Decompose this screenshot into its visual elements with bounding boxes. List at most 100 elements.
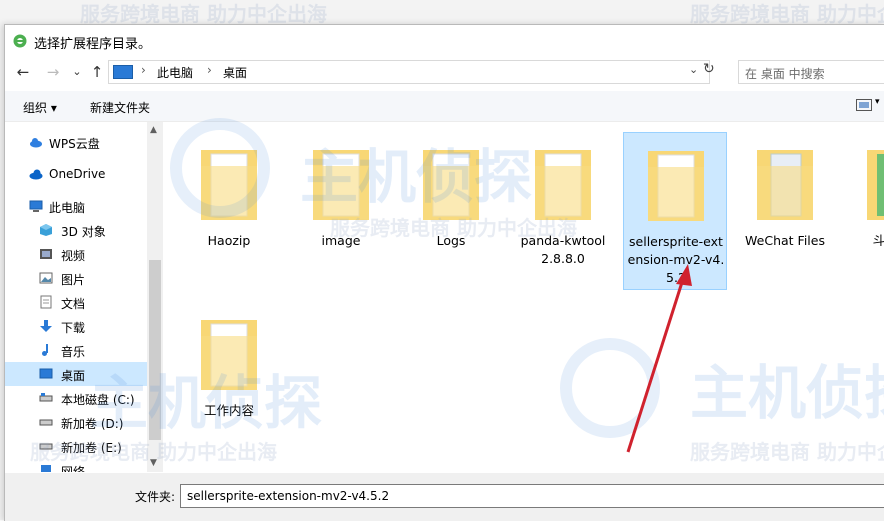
- folder-field-label: 文件夹:: [135, 490, 176, 504]
- dialog-title: 选择扩展程序目录。: [34, 37, 152, 52]
- sidebar-item-drive-d[interactable]: 新加卷 (D:): [5, 410, 147, 434]
- folder-name: WeChat Files: [745, 233, 825, 248]
- sidebar-item-drive-c[interactable]: 本地磁盘 (C:): [5, 386, 147, 410]
- folder-item[interactable]: Logs: [399, 132, 503, 290]
- folder-icon: [535, 150, 591, 220]
- sidebar-item-label: 新加卷 (D:): [61, 417, 124, 431]
- video-icon: [40, 249, 52, 259]
- folder-name: image: [321, 233, 361, 248]
- computer-icon: [29, 200, 43, 212]
- sidebar-item-label: OneDrive: [49, 167, 106, 181]
- breadcrumb-separator[interactable]: ›: [207, 63, 212, 77]
- sidebar-item-label: 音乐: [61, 345, 86, 359]
- folder-name: Logs: [436, 233, 466, 248]
- breadcrumb-separator[interactable]: ›: [141, 63, 146, 77]
- folder-name: 斗牛S 2: [872, 233, 884, 248]
- search-input[interactable]: 在 桌面 中搜索: [738, 60, 884, 84]
- sidebar-item-label: 网络: [61, 465, 86, 472]
- folder-item[interactable]: panda-kwtool 2.8.8.0: [511, 132, 615, 290]
- view-dropdown-chevron-icon[interactable]: ▾: [875, 97, 880, 107]
- up-arrow-icon[interactable]: ↑: [87, 62, 107, 82]
- sidebar-item-label: 新加卷 (E:): [61, 441, 122, 455]
- folder-name: 工作内容: [203, 403, 254, 418]
- search-placeholder: 在 桌面 中搜索: [745, 67, 825, 81]
- recent-locations-chevron-icon[interactable]: ⌄: [67, 62, 87, 82]
- scrollbar-thumb[interactable]: [149, 260, 161, 440]
- new-folder-button[interactable]: 新建文件夹: [90, 99, 150, 116]
- drive-icon: [39, 419, 53, 426]
- browser-logo-icon: [13, 34, 27, 48]
- sidebar-item-3d-objects[interactable]: 3D 对象: [5, 218, 147, 242]
- folder-icon: [201, 320, 257, 390]
- drive-icon: [39, 393, 53, 402]
- folder-item[interactable]: WeChat Files: [733, 132, 837, 290]
- breadcrumb-desktop[interactable]: 桌面: [223, 64, 247, 81]
- dialog-footer: 文件夹: sellersprite-extension-mv2-v4.5.2: [5, 473, 884, 521]
- folder-name: panda-kwtool 2.8.8.0: [520, 233, 606, 266]
- folder-icon: [757, 150, 813, 220]
- onedrive-cloud-icon: [29, 169, 43, 180]
- sidebar-item-label: 下载: [61, 321, 86, 335]
- sidebar-item-label: 图片: [61, 273, 86, 287]
- view-options-icon[interactable]: [856, 99, 872, 111]
- sidebar-item-label: 3D 对象: [61, 225, 106, 239]
- scroll-down-arrow-icon[interactable]: ▼: [150, 458, 157, 468]
- sidebar-item-drive-e[interactable]: 新加卷 (E:): [5, 434, 147, 458]
- 3d-objects-icon: [40, 224, 52, 236]
- computer-icon: [113, 65, 133, 79]
- folder-picker-dialog: 选择扩展程序目录。 ← → ⌄ ↑ › 此电脑 › 桌面 ⌄ ↻ 在 桌面 中搜…: [4, 24, 884, 521]
- sidebar-item-music[interactable]: 音乐: [5, 338, 147, 362]
- sidebar-item-label: 本地磁盘 (C:): [61, 393, 135, 407]
- navigation-pane-scrollbar[interactable]: ▲ ▼: [147, 122, 163, 472]
- sidebar-item-onedrive[interactable]: OneDrive: [5, 162, 147, 186]
- organize-button[interactable]: 组织 ▾: [23, 99, 57, 116]
- folder-icon: [648, 151, 704, 221]
- folder-name: Haozip: [207, 233, 251, 248]
- cloud-icon: [30, 138, 42, 148]
- sidebar-item-label: 文档: [61, 297, 86, 311]
- desktop-icon: [39, 368, 53, 379]
- sidebar-item-wps-cloud[interactable]: WPS云盘: [5, 130, 147, 154]
- address-dropdown-chevron-icon[interactable]: ⌄: [689, 63, 698, 76]
- refresh-icon[interactable]: ↻: [703, 61, 715, 77]
- back-arrow-icon[interactable]: ←: [13, 62, 33, 82]
- folder-item[interactable]: Haozip: [177, 132, 281, 290]
- drive-icon: [39, 443, 53, 450]
- navigation-pane: WPS云盘 OneDrive 此电脑 3D 对象 视频 图片 文档 下载 音乐 …: [5, 122, 147, 472]
- title-bar: 选择扩展程序目录。: [5, 25, 884, 57]
- breadcrumb-this-pc[interactable]: 此电脑: [157, 64, 193, 81]
- documents-icon: [40, 295, 52, 309]
- sidebar-item-label: WPS云盘: [49, 137, 100, 151]
- address-bar[interactable]: › 此电脑 › 桌面 ⌄: [108, 60, 710, 84]
- sidebar-item-downloads[interactable]: 下载: [5, 314, 147, 338]
- folder-item[interactable]: image: [289, 132, 393, 290]
- sidebar-item-desktop[interactable]: 桌面: [5, 362, 147, 386]
- folder-name-input[interactable]: sellersprite-extension-mv2-v4.5.2: [180, 484, 884, 508]
- folder-item-selected[interactable]: sellersprite-extension-mv2-v4.5.2: [623, 132, 727, 290]
- folder-item[interactable]: 工作内容: [177, 302, 281, 460]
- download-icon: [40, 320, 52, 332]
- sidebar-item-videos[interactable]: 视频: [5, 242, 147, 266]
- sidebar-item-network[interactable]: 网络: [5, 458, 147, 472]
- folder-icon: [201, 150, 257, 220]
- sidebar-item-this-pc[interactable]: 此电脑: [5, 194, 147, 218]
- folder-icon: [313, 150, 369, 220]
- navigation-bar: ← → ⌄ ↑ › 此电脑 › 桌面 ⌄ ↻ 在 桌面 中搜索: [5, 58, 884, 86]
- sidebar-item-documents[interactable]: 文档: [5, 290, 147, 314]
- folder-item[interactable]: 斗牛S 2: [843, 132, 884, 290]
- command-toolbar: 组织 ▾ 新建文件夹 ▾: [5, 91, 884, 122]
- file-list-pane: Haozip image Logs panda-kwtool 2.8.8.0 s…: [163, 122, 884, 472]
- forward-arrow-icon[interactable]: →: [43, 62, 63, 82]
- folder-icon: [423, 150, 479, 220]
- sidebar-item-label: 视频: [61, 249, 86, 263]
- pictures-icon: [39, 272, 53, 284]
- music-icon: [42, 344, 48, 356]
- network-icon: [41, 465, 51, 472]
- sidebar-item-label: 桌面: [61, 369, 86, 383]
- scroll-up-arrow-icon[interactable]: ▲: [150, 125, 157, 135]
- folder-name-value: sellersprite-extension-mv2-v4.5.2: [187, 489, 390, 503]
- sidebar-item-label: 此电脑: [49, 201, 86, 215]
- folder-name: sellersprite-extension-mv2-v4.5.2: [627, 234, 725, 285]
- folder-icon: [867, 150, 884, 220]
- sidebar-item-pictures[interactable]: 图片: [5, 266, 147, 290]
